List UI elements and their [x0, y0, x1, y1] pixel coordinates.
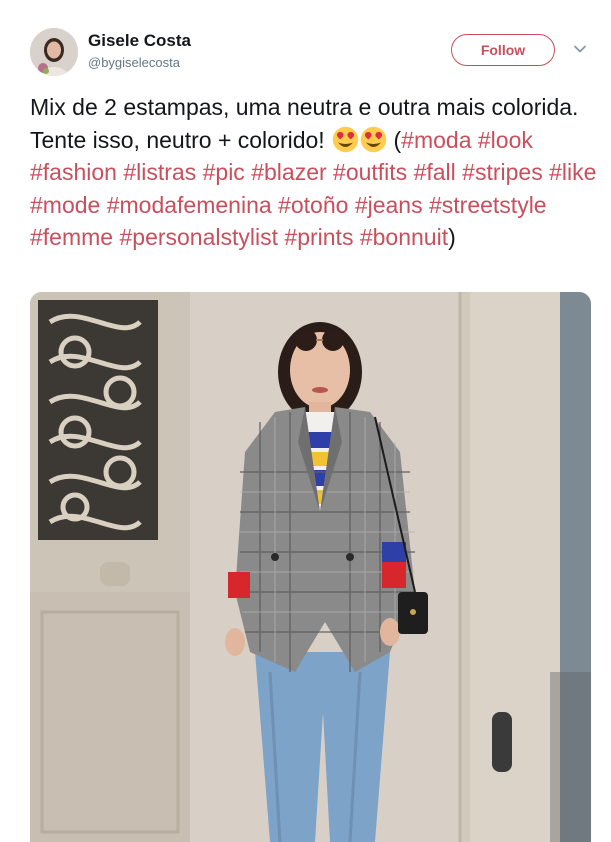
hashtag-link[interactable]: #jeans: [355, 192, 423, 218]
avatar[interactable]: [30, 28, 78, 76]
photo-woman-plaid-blazer-icon: [30, 292, 591, 842]
tweet-photo[interactable]: [30, 292, 591, 842]
hashtag-link[interactable]: #fall: [414, 159, 456, 185]
hashtag-link[interactable]: #like: [549, 159, 596, 185]
tweet-text-line: Mix de 2 estampas, uma neutra e outra ma…: [30, 94, 486, 120]
hashtag-link[interactable]: #modafemenina: [107, 192, 272, 218]
hashtag-link[interactable]: #personalstylist: [119, 224, 278, 250]
close-paren: ): [448, 224, 456, 250]
username[interactable]: @bygiselecosta: [88, 55, 180, 70]
display-name[interactable]: Gisele Costa: [88, 31, 191, 51]
hashtag-link[interactable]: #mode: [30, 192, 100, 218]
hashtag-link[interactable]: #look: [478, 127, 533, 153]
follow-button[interactable]: Follow: [451, 34, 555, 66]
hashtag-link[interactable]: #bonnuit: [360, 224, 448, 250]
open-paren: (: [393, 126, 402, 153]
hashtag-link[interactable]: #streetstyle: [429, 192, 547, 218]
avatar-photo: [30, 28, 78, 76]
hashtag-link[interactable]: #otoño: [278, 192, 348, 218]
chevron-down-icon[interactable]: [573, 42, 587, 56]
tweet-header: Gisele Costa @bygiselecosta Follow: [0, 0, 611, 88]
hashtag-link[interactable]: #outfits: [333, 159, 407, 185]
heart-eyes-emoji-icon: [360, 126, 387, 152]
hashtag-link[interactable]: #fashion: [30, 159, 117, 185]
hashtag-link[interactable]: #listras: [123, 159, 196, 185]
hashtag-link[interactable]: #prints: [284, 224, 353, 250]
heart-eyes-emoji-icon: [332, 126, 359, 152]
hashtag-link[interactable]: #blazer: [251, 159, 326, 185]
tweet-text: Mix de 2 estampas, uma neutra e outra ma…: [30, 91, 600, 254]
hashtag-link[interactable]: #femme: [30, 224, 113, 250]
hashtag-link[interactable]: #stripes: [462, 159, 543, 185]
hashtag-link[interactable]: #pic: [203, 159, 245, 185]
hashtag-link[interactable]: #moda: [401, 127, 471, 153]
